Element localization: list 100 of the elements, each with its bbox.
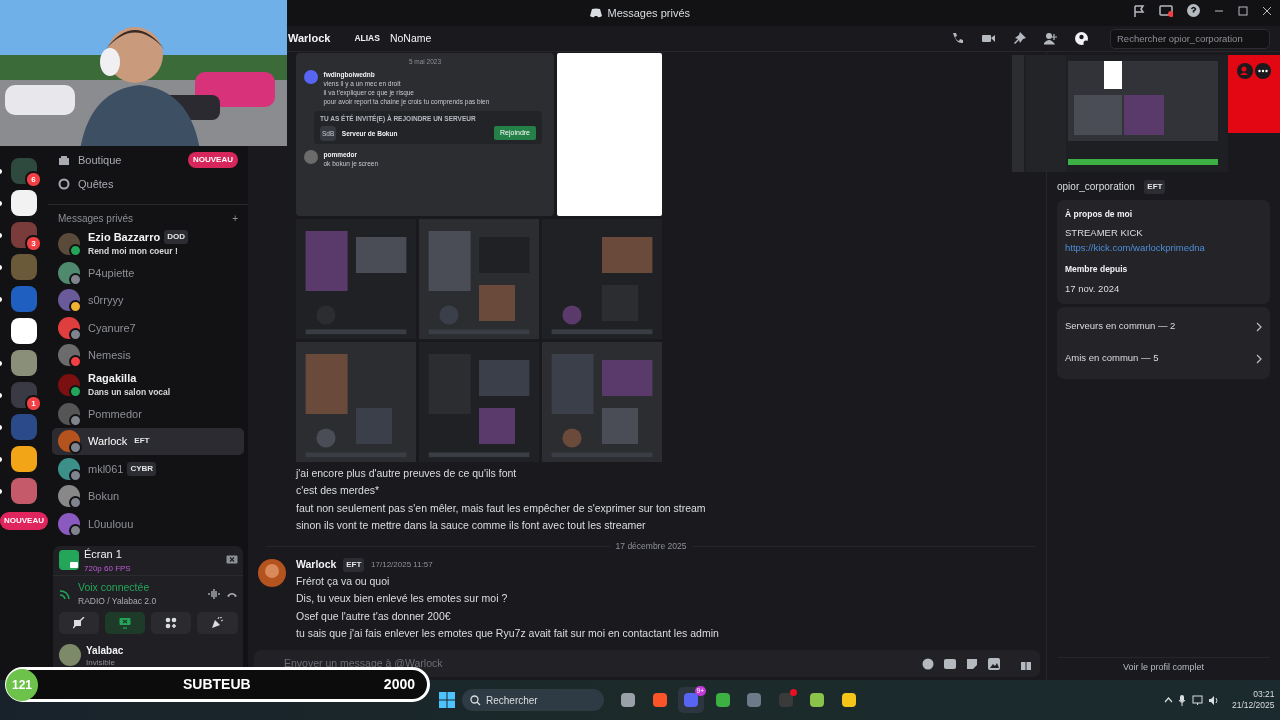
windows-icon[interactable] bbox=[438, 691, 456, 709]
user-avatar bbox=[58, 643, 81, 666]
clan-tag: CYBR bbox=[127, 461, 157, 476]
message-text: Frérot ça va ou quoi bbox=[296, 573, 391, 589]
user-status: Invisible bbox=[86, 657, 116, 667]
connection-status: Voix connectée bbox=[78, 579, 151, 595]
dm-item[interactable]: s0rryyy bbox=[52, 286, 244, 314]
sticker-icon[interactable] bbox=[966, 657, 978, 670]
message-text: Osef que l'autre t'as donner 200€ bbox=[296, 608, 452, 624]
voice-control-button[interactable] bbox=[58, 611, 100, 634]
image-icon[interactable] bbox=[988, 657, 1000, 670]
screen-share-icon bbox=[118, 616, 131, 629]
goal-count: 121 bbox=[6, 668, 38, 701]
notification-badge: 3 bbox=[25, 235, 42, 252]
mutual-row[interactable]: Amis en commun — 5 bbox=[1065, 342, 1262, 375]
stream-title: Écran 1 bbox=[84, 547, 123, 563]
username: Cyanure7 bbox=[88, 320, 136, 336]
voice-control-button[interactable] bbox=[104, 611, 146, 634]
message-input[interactable]: Envoyer un message à @Warlock bbox=[254, 650, 914, 677]
quest-icon bbox=[58, 178, 70, 190]
dm-item[interactable]: Cyanure7 bbox=[52, 314, 244, 342]
network-icon[interactable] bbox=[1191, 694, 1203, 706]
nav-item[interactable]: Quêtes bbox=[48, 172, 248, 196]
screen-share-icon bbox=[58, 550, 79, 571]
flag-icon[interactable] bbox=[1133, 4, 1145, 17]
username: L0uulouu bbox=[88, 516, 134, 532]
shop-icon bbox=[58, 154, 70, 166]
message-text: j'ai encore plus d'autre preuves de ce qu'ils font bbox=[296, 465, 518, 481]
clan-tag: EFT bbox=[343, 558, 365, 572]
mutual-row[interactable]: Serveurs en commun — 2 bbox=[1065, 310, 1262, 343]
message-text: Dis, tu veux bien enlevé les emotes sur moi ? bbox=[296, 591, 509, 607]
section-title: Messages privés bbox=[58, 212, 134, 226]
server-icon[interactable] bbox=[11, 350, 37, 376]
username: s0rryyy bbox=[88, 293, 124, 308]
screen-icon[interactable] bbox=[1159, 4, 1173, 17]
search-icon bbox=[469, 694, 481, 706]
section-title: Membre depuis bbox=[1065, 262, 1129, 276]
profile-link[interactable]: https://kick.com/warlockprimedna bbox=[1065, 240, 1262, 255]
maximize-icon[interactable] bbox=[1238, 5, 1248, 16]
server-icon[interactable] bbox=[11, 190, 37, 216]
chevron-up-icon[interactable] bbox=[1163, 697, 1173, 703]
video-icon[interactable] bbox=[982, 32, 995, 45]
profile-icon[interactable] bbox=[1075, 32, 1088, 45]
voice-control-button[interactable] bbox=[196, 611, 238, 634]
date-divider: 17 décembre 2025 bbox=[615, 540, 687, 554]
add-button[interactable]: + bbox=[232, 211, 238, 226]
new-badge: NOUVEAU bbox=[0, 512, 48, 530]
alias-name: NoName bbox=[389, 30, 432, 46]
bio-text: STREAMER KICK bbox=[1065, 226, 1144, 241]
status-text: Rend moi mon coeur ! bbox=[88, 245, 179, 259]
username: P4upiette bbox=[88, 265, 135, 281]
dm-item[interactable]: L0uulouu bbox=[52, 510, 244, 538]
call-icon[interactable] bbox=[951, 32, 964, 45]
channel-name: RADIO / Yalabac 2.0 bbox=[78, 595, 157, 609]
help-icon[interactable] bbox=[1187, 4, 1200, 17]
pin-icon[interactable] bbox=[1013, 32, 1026, 45]
avatar bbox=[304, 150, 318, 164]
search-box[interactable]: Rechercher bbox=[461, 689, 604, 711]
stop-stream-icon[interactable] bbox=[225, 554, 238, 566]
dm-item[interactable]: Pommedor bbox=[52, 400, 244, 428]
microphone-icon[interactable] bbox=[1178, 694, 1187, 706]
clock[interactable]: 03:21 21/12/2025 bbox=[1231, 689, 1275, 711]
server-icon[interactable] bbox=[11, 318, 37, 344]
view-profile-button[interactable]: Voir le profil complet bbox=[1057, 657, 1270, 678]
section-title: À propos de moi bbox=[1065, 207, 1134, 221]
dm-item[interactable]: Bokun bbox=[52, 482, 244, 510]
dm-item[interactable]: Warlock EFT bbox=[52, 427, 244, 455]
username: Pommedor bbox=[88, 406, 142, 422]
signal-icon bbox=[58, 587, 73, 600]
screenshot-attachment[interactable] bbox=[296, 53, 554, 216]
alias-label: ALIAS bbox=[354, 32, 380, 45]
username: Warlock bbox=[88, 434, 128, 449]
profile-username: opior_corporation bbox=[1057, 180, 1135, 194]
dm-item[interactable]: Ragakilla Dans un salon vocal bbox=[52, 369, 244, 400]
message-text: tu sais que j'ai fais enlever les emotes que Ryu7z avait fait sur moi en contactant les admin bbox=[296, 626, 720, 642]
timestamp: 17/12/2025 11:57 bbox=[371, 559, 433, 571]
username: Warlock bbox=[296, 557, 337, 573]
dm-item[interactable]: Ezio Bazzarro DOD Rend moi mon coeur ! bbox=[52, 228, 244, 259]
soundboard-icon bbox=[211, 616, 224, 629]
dm-item[interactable]: Nemesis bbox=[52, 341, 244, 369]
status-text: Dans un salon vocal bbox=[88, 386, 171, 400]
add-friend-icon[interactable] bbox=[1044, 32, 1057, 45]
stream-quality: 720p 60 FPS bbox=[84, 562, 131, 575]
notification-badge: 6 bbox=[25, 171, 42, 188]
volume-icon[interactable] bbox=[1208, 694, 1221, 706]
server-icon[interactable] bbox=[11, 446, 37, 472]
username: Ezio Bazzarro bbox=[88, 229, 161, 245]
notification-badge: 1 bbox=[25, 395, 42, 412]
search-field[interactable]: Rechercher opior_corporation bbox=[1110, 28, 1270, 49]
channel-title: Warlock bbox=[288, 31, 331, 47]
goal-label: SUBTEUB bbox=[183, 675, 251, 694]
close-icon[interactable] bbox=[1262, 5, 1272, 16]
username: Ragakilla bbox=[88, 370, 137, 386]
dm-item[interactable]: P4upiette bbox=[52, 259, 244, 287]
camera-off-icon bbox=[72, 616, 85, 629]
nav-item[interactable]: Boutique NOUVEAU bbox=[48, 148, 248, 172]
dm-item[interactable]: mkl061 CYBR bbox=[52, 455, 244, 483]
voice-control-button[interactable] bbox=[150, 611, 192, 634]
username: Bokun bbox=[88, 489, 120, 504]
more-icon[interactable] bbox=[1255, 63, 1272, 79]
